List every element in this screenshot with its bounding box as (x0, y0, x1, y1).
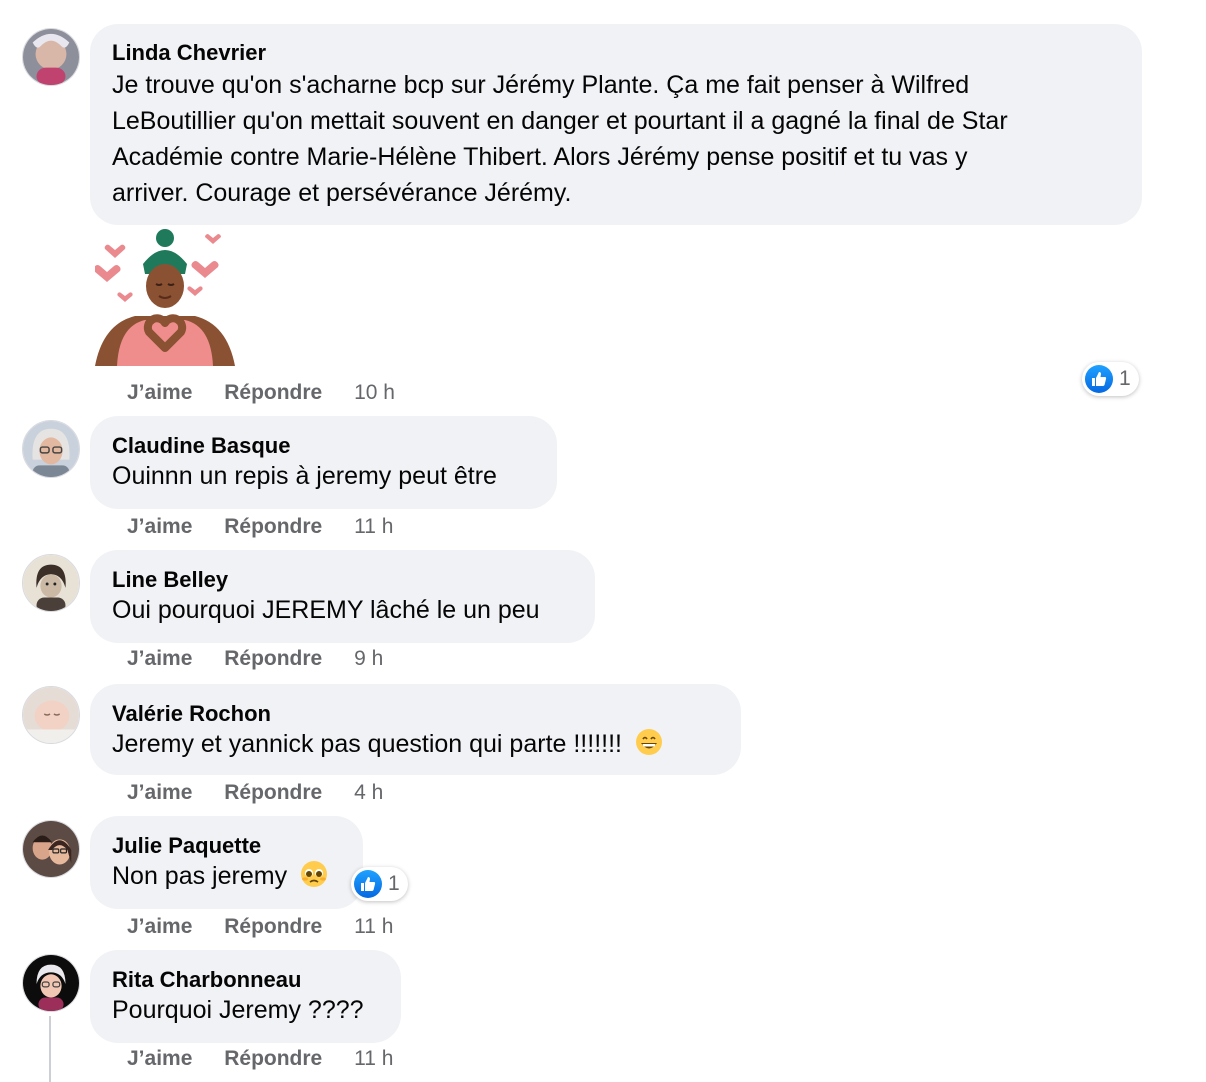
reply-button[interactable]: Répondre (224, 381, 322, 404)
avatar[interactable] (22, 28, 80, 86)
grinning-face-emoji (635, 729, 662, 755)
avatar-image (23, 29, 79, 85)
thumbs-up-icon (354, 870, 382, 898)
comment-bubble: Linda Chevrier Je trouve qu'on s'acharne… (90, 24, 1142, 225)
avatar[interactable] (22, 686, 80, 744)
reply-thread-line (49, 1016, 51, 1082)
reply-button[interactable]: Répondre (224, 647, 322, 670)
comment-timestamp[interactable]: 11 h (354, 515, 393, 538)
comment-bubble: Rita Charbonneau Pourquoi Jeremy ???? (90, 950, 401, 1043)
comment-author[interactable]: Line Belley (112, 566, 573, 594)
like-button[interactable]: J’aime (127, 1047, 192, 1070)
avatar-image (23, 421, 79, 477)
reply-button[interactable]: Répondre (224, 515, 322, 538)
comment-text: Pourquoi Jeremy ???? (112, 996, 364, 1024)
comment-text: Non pas jeremy (112, 862, 288, 890)
avatar[interactable] (22, 420, 80, 478)
reply-button[interactable]: Répondre (224, 915, 322, 938)
heart-hands-sticker[interactable] (93, 228, 235, 368)
comment-actions: J’aime Répondre 11 h (127, 1046, 393, 1072)
avatar[interactable] (22, 954, 80, 1012)
comment-text-line: Académie contre Marie-Hélène Thibert. Al… (112, 143, 968, 171)
comment-author[interactable]: Julie Paquette (112, 832, 341, 860)
comment-author[interactable]: Claudine Basque (112, 432, 535, 460)
like-button[interactable]: J’aime (127, 515, 192, 538)
avatar[interactable] (22, 554, 80, 612)
reply-button[interactable]: Répondre (224, 781, 322, 804)
like-button[interactable]: J’aime (127, 647, 192, 670)
like-button[interactable]: J’aime (127, 915, 192, 938)
avatar-image (23, 555, 79, 611)
avatar-image (23, 687, 79, 743)
comment-author[interactable]: Valérie Rochon (112, 700, 719, 728)
comment-text: Ouinnn un repis à jeremy peut être (112, 462, 497, 490)
comment-text-line: Je trouve qu'on s'acharne bcp sur Jérémy… (112, 71, 970, 99)
comment-bubble: Line Belley Oui pourquoi JEREMY lâché le… (90, 550, 595, 643)
pleading-face-emoji (301, 861, 328, 887)
comment-text: Jeremy et yannick pas question qui parte… (112, 730, 622, 758)
comment-bubble: Valérie Rochon Jeremy et yannick pas que… (90, 684, 741, 775)
comment-text-line: LeBoutillier qu'on mettait souvent en da… (112, 107, 1008, 135)
comment-author[interactable]: Linda Chevrier (112, 39, 1120, 67)
reaction-count: 1 (388, 872, 400, 895)
like-button[interactable]: J’aime (127, 381, 192, 404)
comment-text-row: Non pas jeremy (112, 858, 341, 894)
comment-text-row: Jeremy et yannick pas question qui parte… (112, 726, 719, 762)
reaction-badge[interactable]: 1 (1082, 362, 1139, 396)
comment-actions: J’aime Répondre 11 h (127, 914, 393, 940)
comment-timestamp[interactable]: 11 h (354, 1047, 393, 1070)
avatar[interactable] (22, 820, 80, 878)
reaction-count: 1 (1119, 367, 1131, 390)
reply-button[interactable]: Répondre (224, 1047, 322, 1070)
comment-actions: J’aime Répondre 11 h (127, 514, 393, 540)
thumbs-up-icon (1085, 365, 1113, 393)
reaction-badge[interactable]: 1 (351, 867, 408, 901)
comment-timestamp[interactable]: 4 h (354, 781, 383, 804)
comment-timestamp[interactable]: 11 h (354, 915, 393, 938)
avatar-image (23, 955, 79, 1011)
like-button[interactable]: J’aime (127, 781, 192, 804)
comment-author[interactable]: Rita Charbonneau (112, 966, 379, 994)
comment-timestamp[interactable]: 9 h (354, 647, 383, 670)
comment-text: Oui pourquoi JEREMY lâché le un peu (112, 596, 540, 624)
comment-bubble: Julie Paquette Non pas jeremy (90, 816, 363, 909)
comment-actions: J’aime Répondre 10 h (127, 380, 395, 406)
comment-actions: J’aime Répondre 4 h (127, 780, 383, 806)
comment-text-line: arriver. Courage et persévérance Jérémy. (112, 179, 572, 207)
comment-bubble: Claudine Basque Ouinnn un repis à jeremy… (90, 416, 557, 509)
avatar-image (23, 821, 79, 877)
comment-timestamp[interactable]: 10 h (354, 381, 395, 404)
comment-actions: J’aime Répondre 9 h (127, 646, 383, 672)
